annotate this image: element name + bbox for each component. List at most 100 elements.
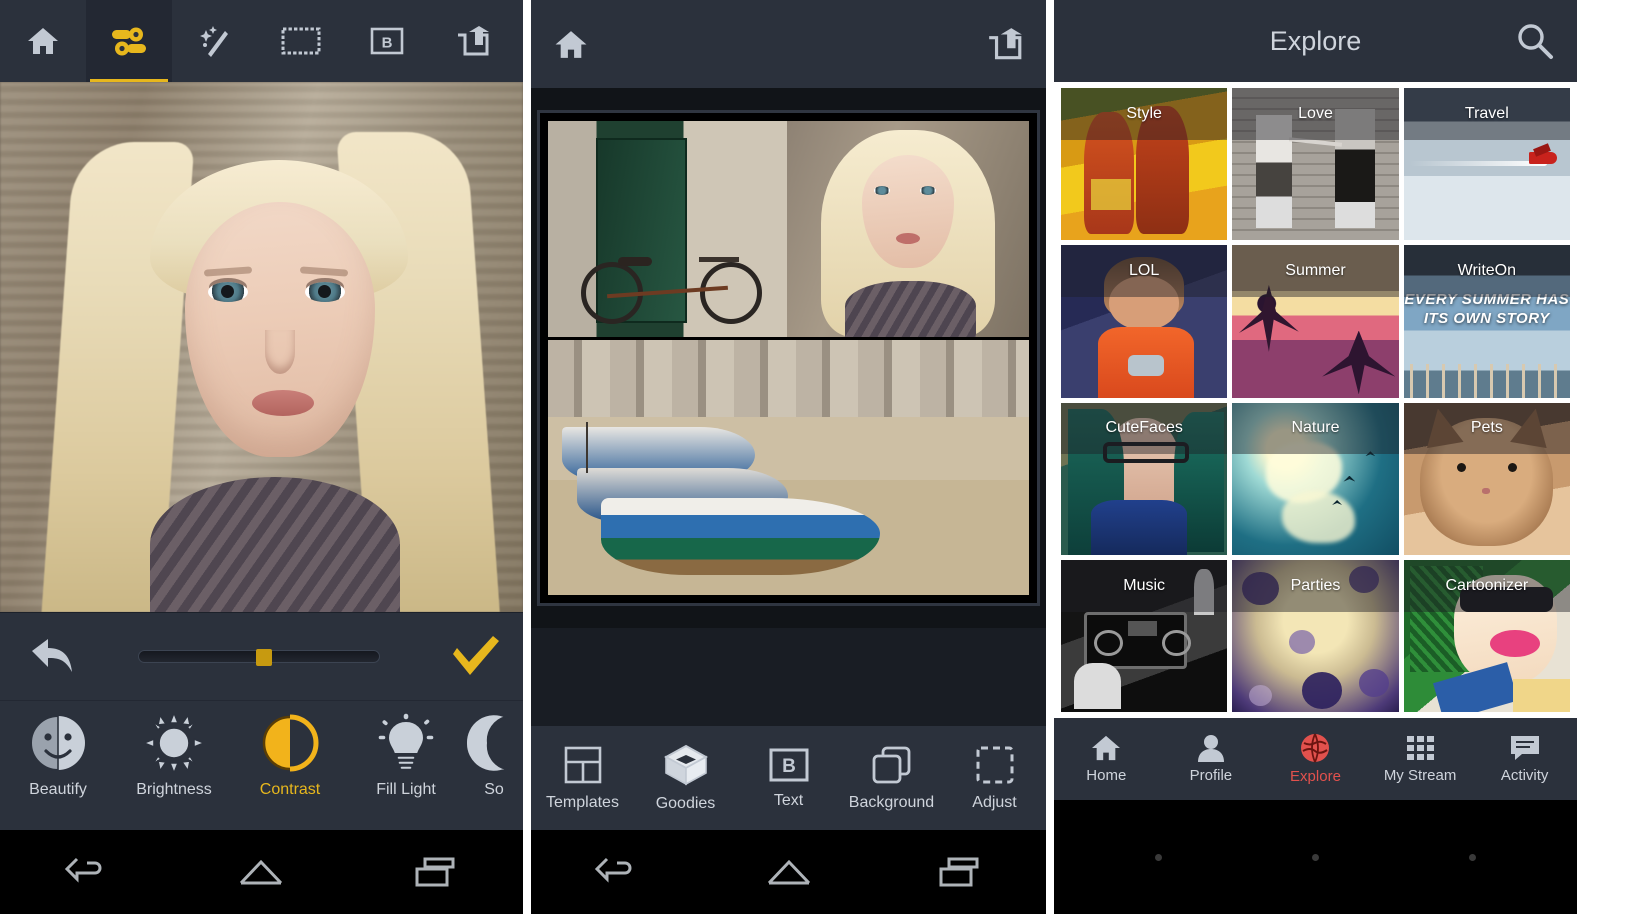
tool-label: Brightness (136, 781, 212, 798)
sliders-icon (110, 25, 148, 57)
tool-contrast[interactable]: Contrast (232, 713, 348, 799)
tool-label: So (484, 781, 504, 798)
beautify-face-icon (28, 713, 88, 773)
checkmark-icon (449, 635, 501, 678)
collage-templates-button[interactable]: Templates (531, 745, 634, 812)
collage-goodies-button[interactable]: Goodies (634, 744, 737, 813)
undo-arrow-icon (26, 637, 78, 677)
explore-tile-cutefaces[interactable]: CuteFaces (1061, 402, 1228, 555)
svg-text:B: B (382, 35, 393, 52)
nav-dot (1469, 853, 1476, 861)
explore-tile-lol[interactable]: LOL (1061, 245, 1228, 398)
collage-text-button[interactable]: B Text (737, 747, 840, 810)
collage-canvas[interactable] (531, 88, 1046, 628)
explore-tile-pets[interactable]: Pets (1403, 402, 1570, 555)
nav-item-activity[interactable]: Activity (1472, 734, 1577, 784)
home-icon[interactable] (553, 28, 589, 61)
share-icon (455, 25, 491, 57)
collage-item-label: Background (848, 793, 935, 811)
nav-item-explore[interactable]: Explore (1263, 733, 1368, 785)
explore-tile-summer[interactable]: Summer (1232, 245, 1399, 398)
collage-cell-portrait[interactable] (787, 121, 1029, 337)
toolbar-share-button[interactable] (430, 0, 516, 82)
tool-brightness[interactable]: Brightness (116, 713, 232, 799)
person-icon (1196, 734, 1226, 762)
explore-tile-grid[interactable]: Style Love Travel LOL Summer EVERY SUMME… (1054, 82, 1577, 718)
globe-icon (1300, 733, 1330, 763)
tool-beautify[interactable]: Beautify (0, 713, 116, 799)
collage-frame[interactable] (537, 110, 1040, 606)
nav-item-my-stream[interactable]: My Stream (1368, 734, 1473, 784)
android-back-button[interactable] (0, 855, 174, 889)
photo-mouth (252, 390, 314, 416)
android-back-button[interactable] (531, 855, 703, 889)
toolbar-text-button[interactable]: B (344, 0, 430, 82)
sun-icon (144, 713, 204, 773)
undo-button[interactable] (0, 637, 104, 677)
explore-tile-nature[interactable]: Nature (1232, 402, 1399, 555)
home-icon (26, 25, 60, 57)
explore-bottom-nav: Home Profile Explore My Stream Activity (1054, 718, 1577, 800)
lightbulb-icon (376, 713, 436, 773)
nav-label: Activity (1500, 767, 1549, 784)
nav-item-home[interactable]: Home (1054, 734, 1159, 784)
toolbar-adjust-button[interactable] (86, 0, 172, 82)
collage-cell-boats[interactable] (548, 340, 1029, 595)
tile-label: Style (1061, 88, 1228, 140)
tile-label: CuteFaces (1061, 402, 1228, 455)
frame-icon (281, 26, 321, 56)
tool-fill-light[interactable]: Fill Light (348, 713, 464, 799)
collage-adjust-button[interactable]: Adjust (943, 745, 1046, 812)
collage-item-label: Templates (546, 793, 619, 811)
android-home-button[interactable] (174, 857, 348, 887)
android-home-button[interactable] (703, 857, 875, 887)
tool-label: Beautify (29, 781, 87, 798)
android-nav-bar-dots (1054, 800, 1577, 914)
box-icon (663, 744, 708, 786)
magic-wand-icon (197, 24, 233, 58)
tile-label: WriteOn (1403, 245, 1570, 297)
panel-collage-editor: Templates Goodies B Text Background Adju… (531, 0, 1046, 914)
search-icon[interactable] (1515, 21, 1555, 61)
panel-divider (523, 0, 531, 914)
adjust-tool-strip[interactable]: Beautify Brightness Contrast Fill Light … (0, 700, 523, 830)
explore-tile-music[interactable]: Music (1061, 559, 1228, 712)
tile-label: Summer (1232, 245, 1399, 297)
text-b-icon: B (768, 747, 810, 783)
explore-header: Explore (1054, 0, 1577, 82)
layers-icon (871, 745, 913, 785)
android-recents-button[interactable] (874, 855, 1046, 889)
tile-label: Cartoonizer (1403, 559, 1570, 612)
photo-nose (265, 330, 295, 374)
editor-photo-preview[interactable] (0, 82, 523, 612)
explore-tile-writeon[interactable]: EVERY SUMMER HAS ITS OWN STORY WriteOn (1403, 245, 1570, 398)
adjust-slider-track[interactable] (138, 649, 380, 666)
tile-label: Nature (1232, 402, 1399, 455)
editor-toolbar: B (0, 0, 523, 82)
collage-background-button[interactable]: Background (840, 745, 943, 812)
grid-layout-icon (563, 745, 603, 785)
collage-bottom-toolbar: Templates Goodies B Text Background Adju… (531, 726, 1046, 830)
nav-item-profile[interactable]: Profile (1159, 734, 1264, 784)
explore-tile-love[interactable]: Love (1232, 88, 1399, 241)
android-recents-button[interactable] (349, 855, 523, 889)
explore-tile-cartoonizer[interactable]: Cartoonizer (1403, 559, 1570, 712)
tool-soften[interactable]: So (464, 713, 523, 799)
android-nav-bar (531, 830, 1046, 914)
toolbar-effects-button[interactable] (172, 0, 258, 82)
home-outline-icon (237, 857, 285, 887)
collage-item-label: Goodies (655, 794, 716, 812)
collage-cell-door[interactable] (548, 121, 790, 337)
explore-tile-parties[interactable]: Parties (1232, 559, 1399, 712)
back-arrow-icon (63, 855, 111, 889)
slider-container[interactable] (104, 649, 427, 666)
explore-tile-style[interactable]: Style (1061, 88, 1228, 241)
toolbar-home-button[interactable] (0, 0, 86, 82)
confirm-button[interactable] (427, 635, 523, 678)
bicycle-art (577, 220, 765, 324)
grid-dots-icon (1405, 734, 1435, 762)
adjust-slider-thumb[interactable] (255, 649, 272, 666)
explore-tile-travel[interactable]: Travel (1403, 88, 1570, 241)
toolbar-frames-button[interactable] (258, 0, 344, 82)
share-icon[interactable] (986, 27, 1024, 61)
